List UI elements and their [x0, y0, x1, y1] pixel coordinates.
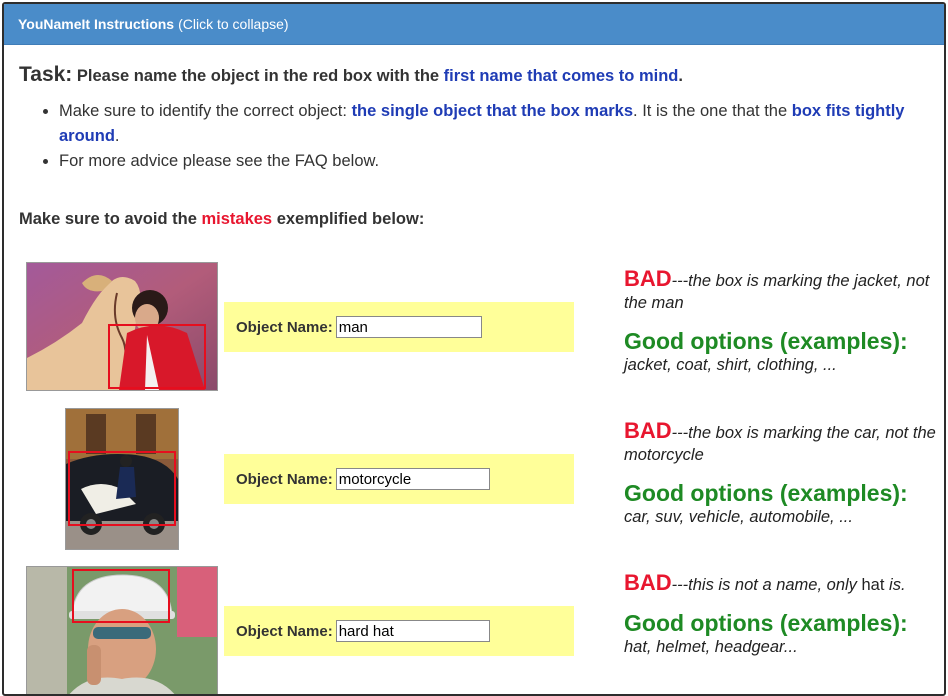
- verdict-motorcycle: BAD---the box is marking the car, not th…: [624, 420, 939, 528]
- bad-text: ---the box is marking the car, not the m…: [624, 424, 936, 464]
- object-name-label: Object Name: [236, 318, 328, 336]
- object-name-row: Object Name:: [224, 454, 574, 504]
- collapse-header[interactable]: YouNameIt Instructions (Click to collaps…: [4, 4, 944, 45]
- bad-text: is.: [884, 576, 906, 594]
- good-options-heading: Good options (examples):: [624, 480, 908, 506]
- task-period: .: [678, 67, 683, 85]
- panel-title: YouNameIt Instructions: [18, 16, 175, 32]
- good-options-heading: Good options (examples):: [624, 610, 908, 636]
- bad-text: ---this is not a name, only: [671, 576, 862, 594]
- verdict-man: BAD---the box is marking the jacket, not…: [624, 268, 939, 376]
- verdict-hardhat: BAD---this is not a name, only hat is. G…: [624, 572, 939, 658]
- advice-text: . It is the one that the: [633, 102, 792, 120]
- good-options-heading: Good options (examples):: [624, 328, 908, 354]
- bounding-box: [68, 451, 176, 526]
- collapse-hint: (Click to collapse): [178, 16, 289, 32]
- bad-explanation: BAD---this is not a name, only hat is.: [624, 572, 939, 596]
- bad-label: BAD: [624, 570, 672, 595]
- object-name-input[interactable]: [335, 468, 490, 490]
- object-name-label: Object Name: [236, 470, 328, 488]
- object-name-input[interactable]: [335, 620, 490, 642]
- bounding-box: [72, 569, 170, 623]
- example-image-hardhat: [26, 566, 218, 694]
- advice-item: Make sure to identify the correct object…: [59, 99, 934, 149]
- object-name-label: Object Name: [236, 622, 328, 640]
- good-options-list: jacket, coat, shirt, clothing, ...: [624, 356, 837, 374]
- mistakes-text: Make sure to avoid the: [19, 210, 202, 228]
- bad-text-word: hat: [861, 576, 885, 594]
- object-name-row: Object Name:: [224, 302, 574, 352]
- good-options-list: car, suv, vehicle, automobile, ...: [624, 508, 853, 526]
- task-label: Task:: [19, 63, 73, 86]
- advice-text: .: [114, 127, 120, 145]
- mistakes-highlight: mistakes: [201, 210, 273, 228]
- mistakes-heading: Make sure to avoid the mistakes exemplif…: [19, 210, 934, 229]
- advice-text: For more advice please see the FAQ below…: [59, 152, 380, 170]
- mistakes-text: exemplified below:: [272, 210, 425, 228]
- advice-highlight: the single object that the box marks: [351, 102, 634, 120]
- task-line: Task: Please name the object in the red …: [19, 62, 934, 89]
- panel-body: Task: Please name the object in the red …: [19, 62, 934, 229]
- advice-item: For more advice please see the FAQ below…: [59, 149, 934, 174]
- example-image-motorcycle: [65, 408, 179, 550]
- task-highlight: first name that comes to mind: [443, 67, 679, 85]
- advice-list: Make sure to identify the correct object…: [19, 99, 934, 174]
- advice-text: Make sure to identify the correct object…: [59, 102, 352, 120]
- bad-label: BAD: [624, 266, 672, 291]
- object-name-row: Object Name:: [224, 606, 574, 656]
- good-options-list: hat, helmet, headgear...: [624, 638, 798, 656]
- bounding-box: [108, 324, 206, 389]
- bad-explanation: BAD---the box is marking the car, not th…: [624, 420, 939, 466]
- object-name-input[interactable]: [335, 316, 482, 338]
- example-image-man: [26, 262, 218, 391]
- bad-explanation: BAD---the box is marking the jacket, not…: [624, 268, 939, 314]
- bad-label: BAD: [624, 418, 672, 443]
- instructions-panel: YouNameIt Instructions (Click to collaps…: [2, 2, 946, 696]
- task-text: Please name the object in the red box wi…: [76, 67, 444, 85]
